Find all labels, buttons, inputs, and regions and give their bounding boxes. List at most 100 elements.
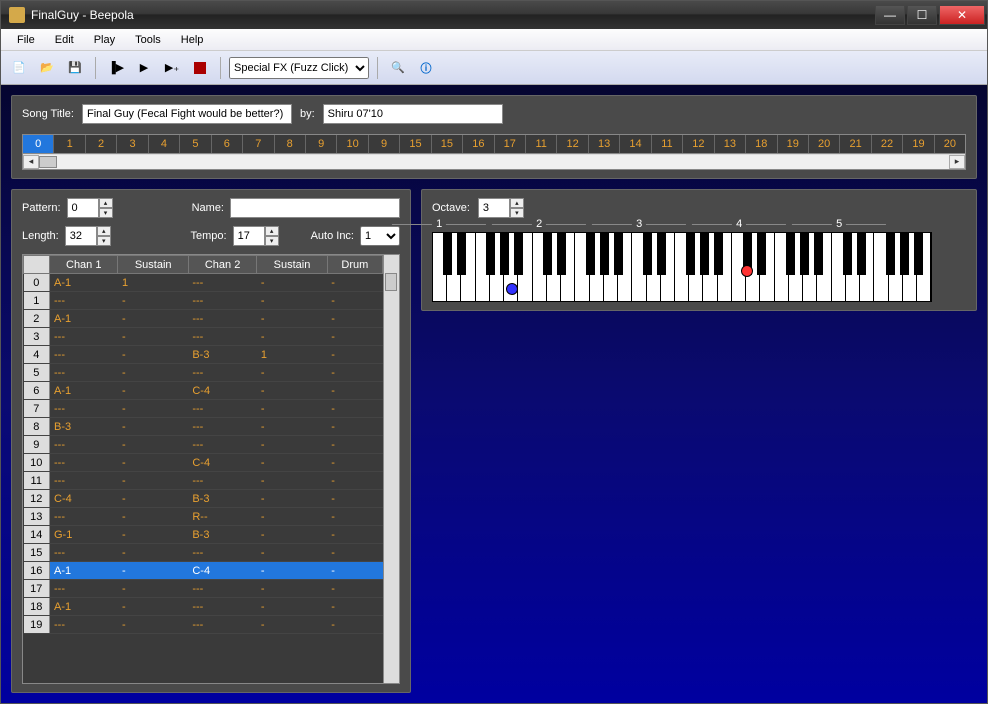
tracker-cell[interactable]: - [257,598,327,616]
tracker-cell[interactable]: - [257,382,327,400]
tracker-cell[interactable]: - [327,616,382,634]
tracker-row[interactable]: 14G-1-B-3-- [24,526,383,544]
tracker-cell[interactable]: - [327,490,382,508]
black-key[interactable] [586,233,595,275]
tracker-grid[interactable]: Chan 1SustainChan 2SustainDrum0A-11-----… [22,254,400,684]
sequence-cell[interactable]: 22 [872,135,903,153]
tracker-cell[interactable]: --- [188,544,256,562]
tracker-cell[interactable]: --- [188,364,256,382]
tracker-row[interactable]: 8B-3------ [24,418,383,436]
sequence-scrollbar[interactable]: ◂ ▸ [22,154,966,170]
sequence-cell[interactable]: 10 [337,135,368,153]
tracker-cell[interactable]: A-1 [50,382,118,400]
tracker-cell[interactable]: - [118,454,188,472]
tracker-cell[interactable]: - [257,490,327,508]
spin-down[interactable]: ▾ [265,236,279,246]
find-button[interactable]: 🔍 [386,56,410,80]
pattern-input[interactable] [67,198,99,218]
black-key[interactable] [914,233,923,275]
tracker-cell[interactable]: --- [188,616,256,634]
tracker-cell[interactable]: --- [188,310,256,328]
sequence-cell[interactable]: 13 [715,135,746,153]
tracker-cell[interactable]: - [327,400,382,418]
tracker-cell[interactable]: B-3 [50,418,118,436]
sequence-cell[interactable]: 9 [306,135,337,153]
tracker-cell[interactable]: - [327,274,382,292]
sequence-cell[interactable]: 11 [526,135,557,153]
black-key[interactable] [900,233,909,275]
sequence-cell[interactable]: 12 [557,135,588,153]
tracker-cell[interactable]: - [257,292,327,310]
stop-button[interactable] [188,56,212,80]
piano-keyboard[interactable] [432,232,932,302]
black-key[interactable] [886,233,895,275]
black-key[interactable] [543,233,552,275]
tracker-cell[interactable]: A-1 [50,274,118,292]
tempo-spinner[interactable]: ▴▾ [233,226,279,246]
menu-play[interactable]: Play [84,31,125,49]
tracker-cell[interactable]: --- [50,328,118,346]
new-button[interactable] [7,56,31,80]
tracker-cell[interactable]: - [257,310,327,328]
tracker-row[interactable]: 5--------- [24,364,383,382]
tracker-cell[interactable]: - [327,436,382,454]
tracker-row[interactable]: 9--------- [24,436,383,454]
sequence-cell[interactable]: 18 [746,135,777,153]
sequence-cell[interactable]: 16 [463,135,494,153]
tracker-cell[interactable]: --- [188,292,256,310]
tracker-row[interactable]: 0A-11----- [24,274,383,292]
spin-up[interactable]: ▴ [510,198,524,208]
sequence-cell[interactable]: 19 [903,135,934,153]
scroll-thumb[interactable] [385,273,397,291]
autoinc-select[interactable]: 1 [360,226,400,246]
tracker-cell[interactable]: 1 [118,274,188,292]
tracker-cell[interactable]: --- [188,580,256,598]
sequence-cell[interactable]: 15 [400,135,431,153]
octave-input[interactable] [478,198,510,218]
tracker-cell[interactable]: - [257,526,327,544]
tracker-cell[interactable]: - [118,436,188,454]
tracker-cell[interactable]: - [327,454,382,472]
tracker-cell[interactable]: - [327,472,382,490]
tracker-cell[interactable]: - [327,508,382,526]
tracker-cell[interactable]: - [327,346,382,364]
tracker-scrollbar[interactable] [383,255,399,683]
black-key[interactable] [486,233,495,275]
tracker-cell[interactable]: C-4 [50,490,118,508]
tracker-row[interactable]: 16A-1-C-4-- [24,562,383,580]
black-key[interactable] [800,233,809,275]
tracker-cell[interactable]: --- [188,436,256,454]
length-spinner[interactable]: ▴▾ [65,226,111,246]
tracker-cell[interactable]: - [118,508,188,526]
black-key[interactable] [843,233,852,275]
tracker-cell[interactable]: - [327,328,382,346]
black-key[interactable] [686,233,695,275]
menu-edit[interactable]: Edit [45,31,84,49]
sequence-cell[interactable]: 21 [840,135,871,153]
tracker-cell[interactable]: --- [188,598,256,616]
sequence-cell[interactable]: 1 [54,135,85,153]
scroll-track[interactable] [39,155,949,169]
tracker-row[interactable]: 4----B-31- [24,346,383,364]
tracker-cell[interactable]: - [118,598,188,616]
play-from-start-button[interactable]: ▐▶ [104,56,128,80]
sequence-cell[interactable]: 9 [369,135,400,153]
black-key[interactable] [557,233,566,275]
pattern-sequence[interactable]: 0123456789109151516171112131411121318192… [22,134,966,154]
sequence-cell[interactable]: 4 [149,135,180,153]
tracker-cell[interactable]: --- [188,328,256,346]
tracker-cell[interactable]: --- [50,508,118,526]
song-author-input[interactable] [323,104,503,124]
pattern-spinner[interactable]: ▴▾ [67,198,113,218]
sequence-cell[interactable]: 2 [86,135,117,153]
sequence-cell[interactable]: 19 [778,135,809,153]
tracker-row[interactable]: 3--------- [24,328,383,346]
black-key[interactable] [443,233,452,275]
sequence-cell[interactable]: 0 [23,135,54,153]
tracker-cell[interactable]: C-4 [188,562,256,580]
tracker-cell[interactable]: - [257,616,327,634]
tracker-cell[interactable]: - [118,364,188,382]
black-key[interactable] [814,233,823,275]
tracker-cell[interactable]: - [118,562,188,580]
tracker-cell[interactable]: --- [188,418,256,436]
